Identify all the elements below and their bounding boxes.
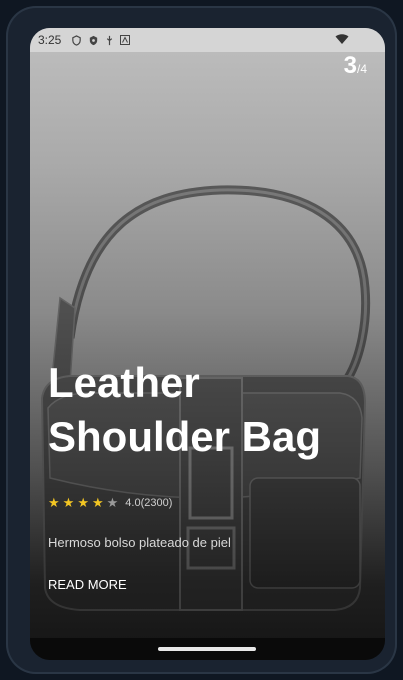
- rating-text: 4.0(2300): [125, 496, 173, 509]
- product-title-line2: Shoulder Bag: [48, 413, 322, 460]
- vpn-icon: [88, 35, 99, 46]
- shield-icon: [71, 34, 82, 46]
- status-time: 3:25: [38, 33, 62, 47]
- product-title-line1: Leather: [48, 359, 200, 406]
- status-bar: 3:25: [30, 28, 385, 52]
- navigation-bar: [30, 638, 385, 660]
- read-more-button[interactable]: READ MORE: [48, 577, 127, 592]
- star-icon: ★: [77, 495, 89, 510]
- usb-icon: [105, 35, 114, 46]
- phone-frame: 3:25 3/4 Leather Shoulder Bag ★ ★ ★ ★ ★ …: [6, 6, 397, 674]
- app-screen: 3:25 3/4 Leather Shoulder Bag ★ ★ ★ ★ ★ …: [30, 28, 385, 660]
- star-icon: ★: [91, 495, 104, 510]
- slide-total: /4: [356, 62, 367, 76]
- home-indicator[interactable]: [158, 647, 256, 651]
- product-title: Leather Shoulder Bag: [48, 356, 378, 464]
- wifi-icon: [335, 33, 349, 48]
- slide-current: 3: [343, 52, 357, 79]
- slide-counter: 3/4: [344, 54, 367, 81]
- star-icon: ★: [48, 495, 60, 510]
- star-icon: ★: [62, 495, 75, 510]
- star-empty-icon: ★: [106, 495, 119, 510]
- product-description: Hermoso bolso plateado de piel: [48, 535, 231, 550]
- text-icon: [120, 35, 131, 45]
- rating: ★ ★ ★ ★ ★ 4.0(2300): [48, 496, 172, 509]
